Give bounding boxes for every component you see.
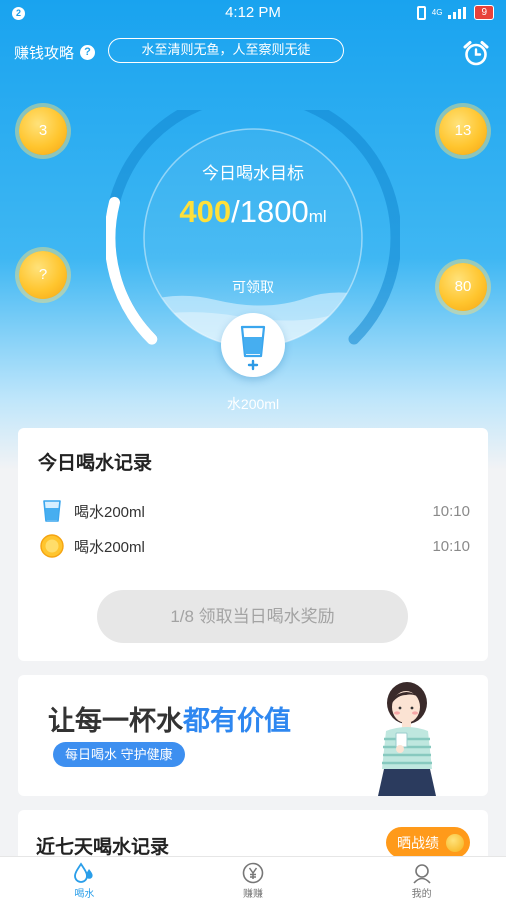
tab-profile[interactable]: 我的 — [337, 857, 506, 900]
question-icon: ? — [80, 45, 96, 60]
reward-coin[interactable]: 13 — [439, 107, 487, 155]
goal-title: 今日喝水目标 — [202, 164, 304, 183]
record-time: 10:10 — [432, 502, 470, 520]
claim-hint: 可领取 — [232, 279, 274, 295]
record-row: 喝水200ml 10:10 — [40, 497, 470, 525]
value-banner[interactable]: 让每一杯水都有价值 每日喝水 守护健康 — [18, 675, 488, 796]
today-records-card: 今日喝水记录 喝水200ml 10:10 喝水200ml 10:10 1/8 领… — [18, 428, 488, 661]
girl-drinking-illustration — [378, 682, 436, 796]
signal-icon — [448, 6, 468, 19]
profile-icon — [413, 864, 431, 884]
network-type: 4G — [431, 8, 443, 17]
status-bar: 2 4:12 PM 4G 9 — [0, 0, 506, 26]
bottom-tab-bar: 喝水 赚赚 我的 — [0, 856, 506, 900]
claim-daily-reward-button[interactable]: 1/8 领取当日喝水奖励 — [97, 590, 408, 643]
tab-earn[interactable]: 赚赚 — [169, 857, 338, 900]
battery-indicator: 9 — [474, 5, 494, 20]
add-water-button[interactable] — [221, 313, 285, 377]
record-text: 喝水200ml — [74, 503, 145, 521]
record-time: 10:10 — [432, 537, 470, 555]
share-results-label: 晒战绩 — [397, 834, 439, 851]
week-records-title: 近七天喝水记录 — [36, 837, 170, 858]
record-text: 喝水200ml — [74, 538, 145, 556]
banner-title-highlight: 都有价值 — [183, 706, 291, 736]
add-water-label: 水200ml — [226, 396, 280, 412]
tab-drink-water[interactable]: 喝水 — [0, 857, 169, 900]
quote-marquee: 水至清则无鱼，人至察则无徒 — [108, 38, 344, 63]
goal-unit: ml — [308, 207, 327, 226]
banner-title-plain: 让每一杯水 — [48, 706, 183, 736]
tab-label: 喝水 — [74, 889, 95, 900]
water-cup-icon — [240, 325, 266, 371]
earning-tips-label: 赚钱攻略 — [14, 45, 75, 62]
goal-amount: 400/1800ml — [0, 194, 506, 230]
water-cup-icon — [43, 500, 61, 522]
banner-slogan-pill: 每日喝水 守护健康 — [53, 742, 185, 767]
goal-separator: / — [231, 194, 240, 229]
alarm-clock-icon[interactable] — [462, 40, 490, 66]
vibrate-icon — [416, 5, 426, 20]
status-icons: 4G 9 — [416, 5, 494, 20]
gold-coin-icon — [446, 833, 464, 852]
tab-label: 我的 — [411, 889, 432, 900]
water-drop-icon — [74, 862, 93, 883]
share-results-button[interactable]: 晒战绩 — [386, 827, 470, 858]
today-records-title: 今日喝水记录 — [38, 453, 153, 474]
reward-coin[interactable]: 3 — [19, 107, 67, 155]
gold-coin-icon — [40, 534, 64, 558]
tab-label: 赚赚 — [243, 889, 263, 900]
record-row: 喝水200ml 10:10 — [40, 532, 470, 560]
yuan-coin-icon — [242, 862, 264, 884]
daily-target: 1800 — [239, 194, 309, 229]
banner-title: 让每一杯水都有价值 — [48, 699, 291, 738]
earning-tips-link[interactable]: 赚钱攻略 ? — [14, 42, 96, 63]
current-intake: 400 — [179, 194, 232, 229]
